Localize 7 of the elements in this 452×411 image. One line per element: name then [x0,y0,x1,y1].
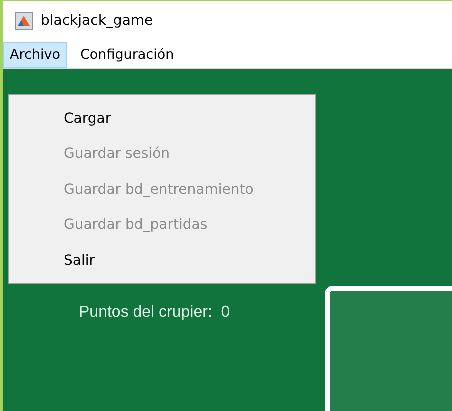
app-icon [15,12,33,30]
menu-item[interactable]: Salir [9,243,315,278]
menu-item[interactable]: Cargar [9,101,315,136]
dealer-points-label: Puntos del crupier: 0 [79,304,232,322]
menu-bar-item[interactable]: Configuración [73,42,182,68]
window-title: blackjack_game [41,13,154,30]
menu-bar-item[interactable]: Archivo [3,42,68,68]
